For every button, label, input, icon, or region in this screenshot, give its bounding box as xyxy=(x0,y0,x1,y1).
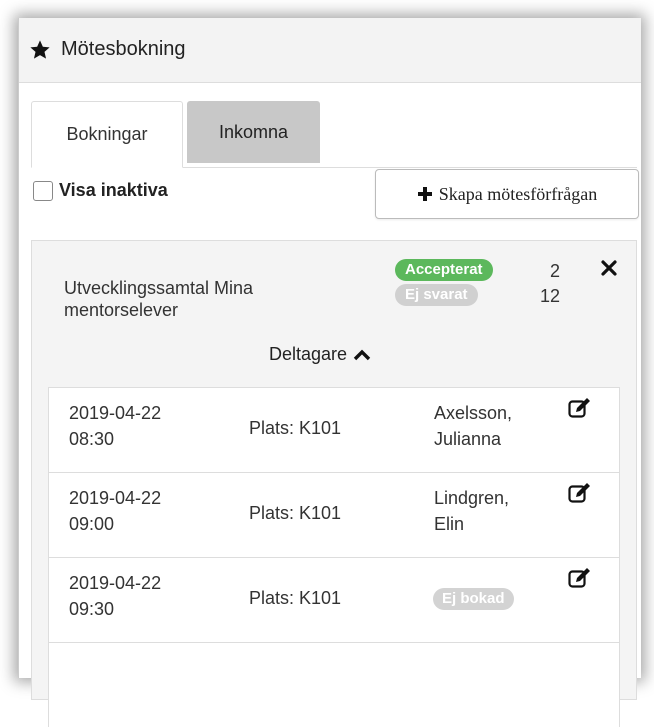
create-meeting-request-label: Skapa mötesförfrågan xyxy=(438,183,598,204)
unanswered-count: 12 xyxy=(540,286,561,306)
show-inactive-checkbox[interactable] xyxy=(33,180,53,201)
unbooked-badge: Ej bokad xyxy=(433,588,514,610)
slot-date: 2019-04-22 xyxy=(69,403,162,423)
tab-bar: Bokningar Inkomna xyxy=(31,101,637,168)
star-icon xyxy=(30,40,50,59)
participant-first-name: Julianna xyxy=(434,429,502,449)
slot-location: Plats: K101 xyxy=(249,418,342,438)
participant-last-name: Axelsson, xyxy=(434,403,513,423)
list-item: 2019-04-22 08:30 Plats: K101 Axelsson, J… xyxy=(48,387,620,472)
participants-list: 2019-04-22 08:30 Plats: K101 Axelsson, J… xyxy=(48,387,620,727)
plus-icon xyxy=(417,187,432,201)
slot-location: Plats: K101 xyxy=(249,588,342,608)
edit-icon[interactable] xyxy=(568,482,592,504)
page-title: Mötesbokning xyxy=(61,38,186,60)
slot-datetime: 2019-04-22 09:00 xyxy=(69,485,161,537)
unanswered-badge: Ej svarat xyxy=(395,284,478,306)
chevron-up-icon xyxy=(353,349,371,360)
window-header: Mötesbokning xyxy=(19,18,641,83)
booking-window: Mötesbokning Bokningar Inkomna Visa inak… xyxy=(18,18,641,727)
edit-icon[interactable] xyxy=(568,567,592,589)
participants-toggle[interactable]: Deltagare xyxy=(269,344,371,365)
slot-participant: Axelsson, Julianna xyxy=(434,400,512,452)
participants-toggle-label: Deltagare xyxy=(269,344,348,364)
participant-first-name: Elin xyxy=(434,514,465,534)
slot-time: 08:30 xyxy=(69,429,115,449)
list-item: 2019-04-22 09:30 Plats: K101 Ej bokad xyxy=(48,557,620,642)
list-item xyxy=(48,642,620,727)
meeting-card: Utvecklingssamtal Mina mentorselever Acc… xyxy=(31,240,637,727)
accepted-count: 2 xyxy=(550,261,561,281)
edit-icon[interactable] xyxy=(568,397,592,419)
slot-datetime: 2019-04-22 08:30 xyxy=(69,400,161,452)
show-inactive-filter[interactable]: Visa inaktiva xyxy=(33,180,168,201)
show-inactive-label: Visa inaktiva xyxy=(59,180,168,200)
list-item: 2019-04-22 09:00 Plats: K101 Lindgren, E… xyxy=(48,472,620,557)
create-meeting-request-button[interactable]: Skapa mötesförfrågan xyxy=(375,169,639,219)
slot-date: 2019-04-22 xyxy=(69,488,162,508)
slot-datetime: 2019-04-22 09:30 xyxy=(69,570,161,622)
slot-location: Plats: K101 xyxy=(249,503,342,523)
accepted-badge: Accepterat xyxy=(395,259,493,281)
slot-time: 09:00 xyxy=(69,514,115,534)
slot-participant: Lindgren, Elin xyxy=(434,485,509,537)
participant-last-name: Lindgren, xyxy=(434,488,510,508)
meeting-title: Utvecklingssamtal Mina mentorselever xyxy=(64,278,254,320)
slot-time: 09:30 xyxy=(69,599,115,619)
tab-inkomna[interactable]: Inkomna xyxy=(187,101,320,163)
tab-bokningar[interactable]: Bokningar xyxy=(31,101,183,168)
slot-date: 2019-04-22 xyxy=(69,573,162,593)
close-icon[interactable] xyxy=(601,260,617,276)
